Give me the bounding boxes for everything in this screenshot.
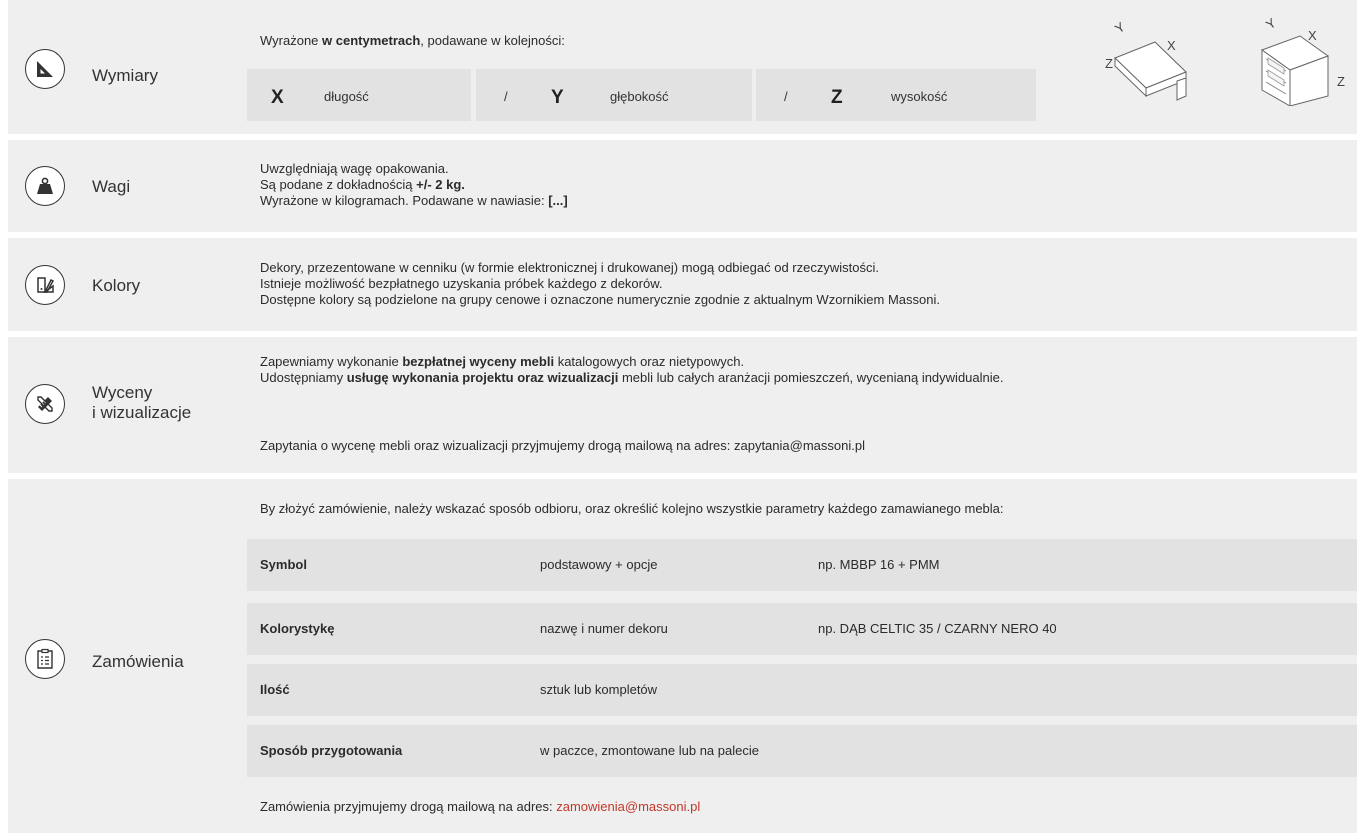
order-param-row: Symbol podstawowy + opcje np. MBBP 16 + … (247, 539, 1357, 591)
desk-diagram: Y X Z (1105, 20, 1187, 101)
svg-text:X: X (1167, 38, 1176, 53)
section-kolory: Kolory Dekory, przezentowane w cenniku (… (8, 238, 1357, 331)
axis-letter-x: X (271, 87, 284, 108)
section-title: Wagi (92, 177, 131, 196)
text-line: Dostępne kolory są podzielone na grupy c… (260, 292, 940, 307)
section-title: Kolory (92, 276, 141, 295)
svg-text:Z: Z (1337, 74, 1345, 89)
orders-intro: By złożyć zamówienie, należy wskazać spo… (260, 501, 1004, 516)
separator: / (504, 89, 508, 104)
axis-label-y: głębokość (610, 89, 669, 104)
set-square-icon (25, 49, 65, 89)
text-line: Istnieje możliwość bezpłatnego uzyskania… (260, 276, 663, 291)
dimensions-intro: Wyrażone w centymetrach, podawane w kole… (260, 33, 565, 48)
axis-label-x: długość (324, 89, 369, 104)
text-line: Uwzględniają wagę opakowania. (260, 161, 449, 176)
order-param-row: Sposób przygotowania w paczce, zmontowan… (247, 725, 1357, 777)
section-title: Wymiary (92, 66, 158, 85)
axis-letter-y: Y (551, 87, 564, 108)
axis-letter-z: Z (831, 87, 843, 108)
order-list-icon (25, 639, 65, 679)
section-wagi: Wagi Uwzględniają wagę opakowania. Są po… (8, 140, 1357, 232)
svg-text:X: X (1308, 28, 1317, 43)
section-title: Zamówienia (92, 652, 184, 671)
order-param-row: Kolorystykę nazwę i numer dekoru np. DĄB… (247, 603, 1357, 655)
section-wyceny: Wyceny i wizualizacje Zapewniamy wykonan… (8, 337, 1357, 473)
colors-text: Dekory, przezentowane w cenniku (w formi… (260, 260, 940, 308)
section-zamowienia: Zamówienia By złożyć zamówienie, należy … (8, 479, 1357, 833)
cabinet-diagram: Y X Z (1260, 16, 1345, 106)
separator: / (784, 89, 788, 104)
text-line: Wyrażone w kilogramach. Podawane w nawia… (260, 193, 568, 208)
order-email-link[interactable]: zamowienia@massoni.pl (556, 799, 700, 814)
svg-text:Y: Y (1112, 20, 1128, 36)
section-title: Wyceny i wizualizacje (92, 383, 192, 422)
quotes-contact: Zapytania o wycenę mebli oraz wizualizac… (260, 438, 865, 453)
svg-text:Y: Y (1263, 16, 1279, 32)
weight-icon (25, 166, 65, 206)
text-line: Zapewniamy wykonanie bezpłatnej wyceny m… (260, 354, 745, 369)
weights-text: Uwzględniają wagę opakowania. Są podane … (260, 161, 568, 209)
dimension-y-box: / Y głębokość (476, 69, 752, 121)
text-line: Dekory, przezentowane w cenniku (w formi… (260, 260, 879, 275)
orders-contact: Zamówienia przyjmujemy drogą mailową na … (260, 799, 701, 814)
section-wymiary: Wymiary Wyrażone w centymetrach, podawan… (8, 0, 1357, 134)
text-line: Udostępniamy usługę wykonania projektu o… (260, 370, 1004, 385)
dimension-x-box: X długość (247, 69, 471, 121)
svg-text:Z: Z (1105, 56, 1113, 71)
text-line: Są podane z dokładnością +/- 2 kg. (260, 177, 465, 192)
pencil-ruler-icon (25, 384, 65, 424)
quotes-text: Zapewniamy wykonanie bezpłatnej wyceny m… (260, 354, 1003, 386)
axis-label-z: wysokość (891, 89, 948, 104)
order-param-row: Ilość sztuk lub kompletów (247, 664, 1357, 716)
dimension-z-box: / Z wysokość (756, 69, 1036, 121)
color-swatch-icon (25, 265, 65, 305)
